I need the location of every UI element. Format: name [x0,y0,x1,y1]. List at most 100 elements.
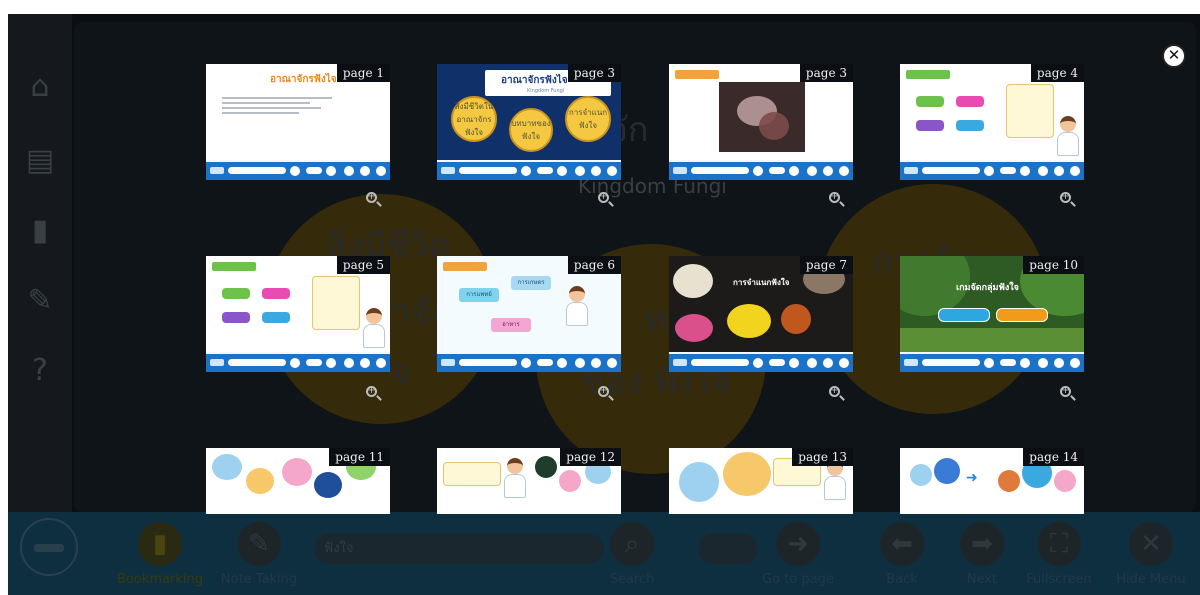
microbe-illustration [910,464,932,486]
home-icon: ⌂ [30,69,50,104]
thumbnail-page-11[interactable]: page 11 [206,448,390,514]
slide-note [312,276,360,330]
help-icon: ? [32,353,48,388]
search-button[interactable]: ⌕ Search [602,522,662,587]
slide-tag [212,262,256,271]
back-button[interactable]: ⬅ Back [874,522,930,587]
slide-text-lines [222,94,332,117]
cup-fungus-photo [781,304,811,334]
arrow-left-icon: ⬅ [880,522,924,566]
slide-tag [906,70,950,79]
slide-chip [222,312,250,323]
slide-chip [222,288,250,299]
zoom-in-icon[interactable]: + [1058,384,1078,404]
slide-tag [443,262,487,271]
zoom-in-icon[interactable]: + [596,190,616,210]
search-label: Search [609,572,655,587]
slide-chip [262,312,290,323]
thumbnail-page-3[interactable]: อาณาจักรฟังไจ Kingdom Fungi สิ่งมีชีวิตใ… [437,64,621,180]
bookmarking-label: Bookmarking [117,572,203,587]
slide-note [443,462,501,486]
microbe-illustration [1054,470,1076,492]
bookmarking-button[interactable]: ▮ Bookmarking [110,522,210,587]
page-label: page 10 [1023,256,1084,274]
coral-fungus-photo [675,314,713,342]
page-label: page 3 [799,64,853,82]
slide-chip: การเกษตร [511,276,551,290]
zoom-in-icon[interactable]: + [827,190,847,210]
slide-subtitle: Kingdom Fungi [527,88,565,94]
slide-nav-bar [669,354,853,372]
microbe-illustration [559,470,581,492]
scientist-illustration [1056,116,1080,156]
note-icon: ✎ [237,522,281,566]
thumbnail-page-14[interactable]: ➜ page 14 [900,448,1084,514]
scientist-illustration [565,286,595,336]
slide-chip [956,120,984,131]
zoom-in-icon[interactable]: + [596,384,616,404]
thumbnail-page-13[interactable]: page 13 [669,448,853,514]
slide-chip [916,96,944,107]
document-icon: ▤ [25,143,55,178]
zoom-in-icon[interactable]: + [827,384,847,404]
slide-title: เกมจัดกลุ่มฟังใจ [956,283,1019,293]
thumbnail-page-4[interactable]: page 4 [900,64,1084,180]
microbe-illustration [314,472,342,498]
note-taking-button[interactable]: ✎ Note Taking [214,522,304,587]
slide-nav-bar [206,162,390,180]
goto-page-input[interactable] [698,534,758,564]
page-label: page 14 [1023,448,1084,466]
hide-menu-button[interactable]: ✕ Hide Menu [1112,522,1190,587]
page-label: page 13 [792,448,853,466]
bookmark-icon: ▮ [138,522,182,566]
search-input[interactable]: ฟังใจ [314,534,604,564]
book-icon: ▮ [31,213,49,248]
close-thumbnails-button[interactable]: ✕ [1162,44,1186,68]
mold-photo [719,82,805,152]
slide-nav-bar [669,162,853,180]
background-circle-left-text-3: จ [390,352,410,392]
thumbnail-page-12[interactable]: page 12 [437,448,621,514]
slide-chip: อาหาร [491,318,531,332]
note-taking-label: Note Taking [220,572,298,587]
microbe-illustration [246,468,274,494]
slide-title: อาณาจักรฟังไจ [270,74,337,85]
zoom-in-icon[interactable]: + [364,190,384,210]
scientist-illustration [362,308,386,348]
book-viewer: ⌂ ▤ ▮ ✎ ? จัก Kingdom Fungi สิ่งมีชีวิต … [8,14,1200,595]
zoom-in-icon[interactable]: + [1058,190,1078,210]
slide-chip [262,288,290,299]
arrow-next-icon: ➡ [960,522,1004,566]
slide-button [938,308,990,322]
zoom-in-icon[interactable]: + [364,384,384,404]
edit-icon: ✎ [27,283,53,318]
thumbnail-page-7[interactable]: การจำแนกฟังใจ page 7 [669,256,853,372]
scientist-illustration [823,460,847,500]
microbe-illustration [934,458,960,484]
forest-ground [900,328,1084,352]
thumbnail-page-10[interactable]: เกมจัดกลุ่มฟังใจ page 10 [900,256,1084,372]
slide-title: อาณาจักรฟังไจ [501,75,568,86]
goto-page-button[interactable]: ➜ Go to page [756,522,840,587]
page-label: page 6 [567,256,621,274]
next-button[interactable]: ➡ Next [954,522,1010,587]
slide-nav-bar [900,354,1084,372]
mushroom-illustration [723,452,771,496]
thumbnail-page-1[interactable]: อาณาจักรฟังไจ page 1 [206,64,390,180]
mushroom-photo [673,264,713,298]
fullscreen-icon: ⛶ [1037,522,1081,566]
microbe-illustration [535,456,557,478]
fullscreen-label: Fullscreen [1026,572,1092,587]
slide-nav-bar [206,354,390,372]
thumbnail-page-6[interactable]: การแพทย์ การเกษตร อาหาร page 6 [437,256,621,372]
fullscreen-button[interactable]: ⛶ Fullscreen [1022,522,1096,587]
close-icon: ✕ [1129,522,1173,566]
microbe-illustration [282,458,312,486]
app-logo [20,518,78,576]
next-label: Next [966,572,998,587]
thumbnail-page-5[interactable]: page 5 [206,256,390,372]
page-label: page 5 [336,256,390,274]
microbe-illustration [212,454,242,480]
arrow-right-icon: ➜ [776,522,820,566]
thumbnail-page-3b[interactable]: page 3 [669,64,853,180]
